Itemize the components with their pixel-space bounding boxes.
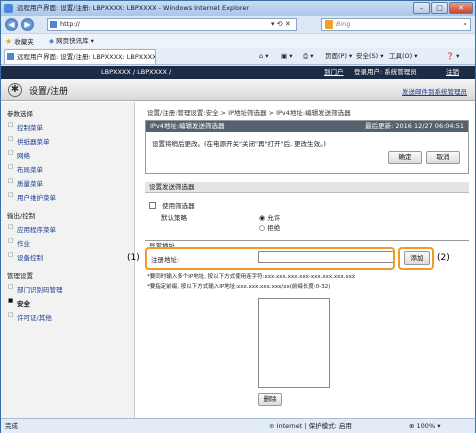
note-range: *要同时输入多个IP地址, 按以下方式使用连字符:xxx.xxx.xxx.xxx… [147, 274, 356, 280]
last-updated: 最后更新: 2016 12/27 06:04:51 [365, 122, 464, 130]
address-url: http:// [60, 20, 80, 28]
portal-link[interactable]: 到门户 [324, 66, 344, 79]
device-header: LBPXXXX / LBPXXXX / 到门户 登录用户: 系统管理员 注销 [1, 66, 475, 79]
ie-icon [4, 4, 13, 13]
settings-gear-icon: ✱ [8, 83, 22, 97]
radio-unselected-icon: ○ [259, 224, 266, 232]
filter-section-header: 设置发送筛选器 [145, 182, 469, 193]
sidebar: 参数选择 控制菜单 供纸器菜单 网络 布局菜单 质量菜单 用户维护菜单 输出/控… [1, 102, 135, 418]
ok-button[interactable]: 确定 [388, 151, 422, 164]
use-filter-checkbox-row[interactable]: 使用筛选器 [149, 200, 195, 210]
address-listbox[interactable] [258, 298, 330, 388]
tools-menu[interactable]: 工具(O) ▾ [389, 49, 418, 64]
cancel-button[interactable]: 取消 [426, 151, 460, 164]
sidebar-item-control[interactable]: 控制菜单 [8, 122, 43, 132]
page-icon [50, 21, 57, 28]
favorites-bar: ★ 收藏夹 ◆ 网页快讯库 ▾ [1, 33, 475, 48]
page-content: LBPXXXX / LBPXXXX / 到门户 登录用户: 系统管理员 注销 ✱… [1, 66, 475, 418]
zoom-icon: ⊕ [409, 422, 415, 430]
feeds-icon[interactable]: ▣ ▾ [281, 49, 292, 64]
callout-1: (1) [127, 253, 140, 263]
default-policy-label: 默认策略 [161, 214, 187, 222]
radio-selected-icon: ◉ [259, 214, 266, 222]
globe-icon: ⊕ [269, 422, 275, 430]
page-menu[interactable]: 页面(P) ▾ [325, 49, 352, 64]
bing-icon [325, 20, 333, 29]
close-button[interactable]: ✕ [449, 2, 473, 14]
allow-radio[interactable]: ◉ 允许 [259, 212, 280, 222]
sidebar-item-department-id[interactable]: 部门识别码管理 [8, 284, 62, 294]
dialog-header: IPv4地址:编辑发送筛选器 最后更新: 2016 12/27 06:04:51 [146, 121, 468, 132]
sidebar-item-jobs[interactable]: 作业 [8, 238, 30, 248]
safety-menu[interactable]: 安全(S) ▾ [356, 49, 384, 64]
note-prefix: *要指定前缀, 按以下方式输入IP地址:xxx.xxx.xxx.xxx/xx(前… [147, 284, 331, 290]
sidebar-heading: 输出/控制 [7, 212, 36, 220]
sidebar-item-license[interactable]: 许可证/其他 [8, 312, 52, 322]
print-icon[interactable]: ⎙ ▾ [303, 49, 314, 64]
tab-bar: 远程用户界面: 设置/注册: LBPXXXX: LBPXXXX ⌂ ▾ ▣ ▾ … [1, 48, 475, 65]
sidebar-heading: 管理设置 [7, 272, 33, 280]
status-bar: 完成 ⊕ Internet | 保护模式: 启用 ⊕ 100% ▾ [1, 418, 475, 433]
address-input[interactable]: http:// [47, 18, 297, 31]
mail-admin-link[interactable]: 发送邮件到系统管理员 [402, 86, 467, 96]
device-name: LBPXXXX / LBPXXXX / [101, 68, 172, 76]
search-placeholder: Bing [336, 20, 351, 28]
callout-2: (2) [437, 253, 450, 263]
minimize-button[interactable]: – [413, 2, 430, 14]
tab-page-icon [7, 53, 14, 60]
slice-icon: ◆ [49, 37, 54, 45]
title-bar: 远程用户界面: 设置/注册: LBPXXXX: LBPXXXX - Window… [1, 1, 475, 16]
sidebar-item-security[interactable]: 安全 [8, 298, 30, 308]
sidebar-item-layout[interactable]: 布局菜单 [8, 164, 43, 174]
page-title-bar: ✱ 设置/注册 发送邮件到系统管理员 [1, 79, 475, 101]
page-title: 设置/注册 [29, 87, 69, 97]
home-icon[interactable]: ⌂ ▾ [259, 49, 268, 64]
search-input[interactable]: Bing ⌕ [321, 18, 471, 31]
logout-link[interactable]: 注销 [446, 66, 459, 79]
maximize-button[interactable]: □ [431, 2, 448, 14]
sidebar-item-paper-source[interactable]: 供纸器菜单 [8, 136, 49, 146]
sidebar-item-applications[interactable]: 应用程序菜单 [8, 224, 56, 234]
sidebar-item-quality[interactable]: 质量菜单 [8, 178, 43, 188]
help-menu[interactable]: ❓ ▾ [446, 49, 459, 64]
forward-button[interactable]: ▶ [21, 18, 34, 31]
deny-radio[interactable]: ○ 拒绝 [259, 222, 280, 232]
web-slice-gallery[interactable]: ◆ 网页快讯库 ▾ [49, 34, 94, 49]
sidebar-item-user-maintenance[interactable]: 用户维护菜单 [8, 192, 56, 202]
login-user: 登录用户: 系统管理员 [354, 68, 417, 76]
sidebar-heading: 参数选择 [7, 110, 33, 118]
dialog-message: 设置将稍后更改。(在电源开关"关闭"再"打开"后, 更改生效。) [152, 140, 326, 148]
delete-button[interactable]: 删除 [258, 393, 282, 406]
zone-info: ⊕ Internet | 保护模式: 启用 [269, 422, 352, 430]
window-title: 远程用户界面: 设置/注册: LBPXXXX: LBPXXXX - Window… [17, 4, 250, 12]
status-text: 完成 [5, 422, 18, 430]
sidebar-item-network[interactable]: 网络 [8, 150, 30, 160]
highlight-box-1 [145, 247, 395, 270]
browser-tab[interactable]: 远程用户界面: 设置/注册: LBPXXXX: LBPXXXX [4, 49, 156, 64]
address-controls[interactable]: ▾ ⟲ ✕ [271, 18, 291, 31]
address-bar-row: ◀ ▶ http:// ▾ ⟲ ✕ Bing ⌕ [1, 16, 475, 33]
dialog-title: IPv4地址:编辑发送筛选器 [150, 122, 225, 130]
back-button[interactable]: ◀ [5, 18, 18, 31]
dialog-box: IPv4地址:编辑发送筛选器 最后更新: 2016 12/27 06:04:51… [145, 120, 469, 174]
star-icon: ★ [5, 37, 13, 46]
search-icon[interactable]: ⌕ [463, 19, 467, 30]
breadcrumb: 设置/注册:管理设置:安全 > IP地址筛选器 > IPv4地址:编辑发送筛选器 [147, 109, 351, 117]
browser-window: 远程用户界面: 设置/注册: LBPXXXX: LBPXXXX - Window… [0, 0, 476, 433]
sidebar-item-device-control[interactable]: 设备控制 [8, 252, 43, 262]
use-filter-checkbox[interactable] [149, 202, 156, 209]
highlight-box-2 [398, 247, 434, 270]
zoom-level[interactable]: ⊕ 100% ▾ [409, 419, 440, 433]
